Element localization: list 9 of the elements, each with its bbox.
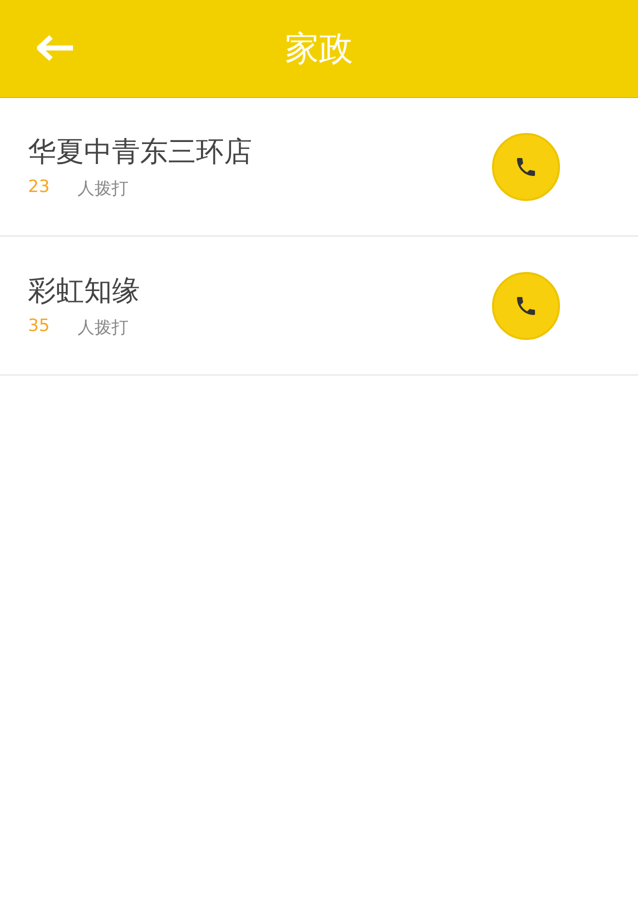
page-title: 家政 bbox=[285, 28, 353, 70]
shop-name: 华夏中青东三环店 bbox=[28, 134, 253, 170]
call-count: 35 bbox=[28, 316, 50, 338]
count-label: 人拨打 bbox=[78, 317, 129, 339]
shop-name: 彩虹知缘 bbox=[28, 273, 141, 309]
list-row[interactable]: 华夏中青东三环店 23 人拨打 bbox=[0, 98, 638, 237]
list-row[interactable]: 彩虹知缘 35 人拨打 bbox=[0, 237, 638, 376]
count-label: 人拨打 bbox=[78, 178, 129, 200]
call-count: 23 bbox=[28, 177, 50, 199]
